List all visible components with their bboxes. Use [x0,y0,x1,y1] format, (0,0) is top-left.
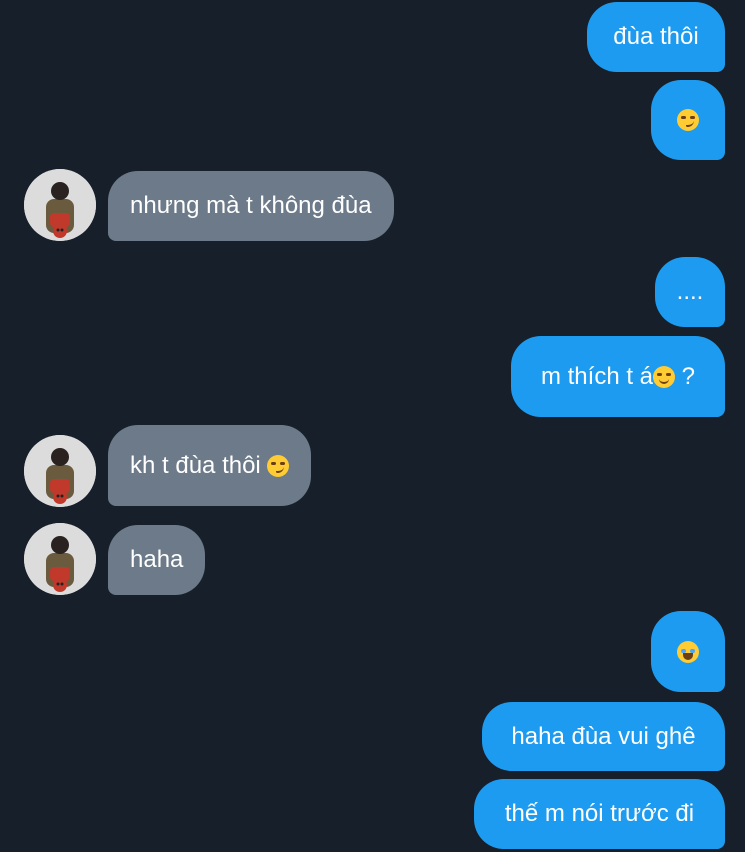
message-text: m thích t á [540,362,654,390]
message-bubble-received[interactable]: haha [108,525,206,595]
message-text: haha [130,546,184,573]
message-bubble-sent[interactable] [651,611,725,692]
smirk-emoji-icon [677,109,699,131]
message-text: thế m nói trước đi [504,800,695,827]
message-bubble-sent[interactable]: đùa thôi [587,2,725,72]
message-text: .... [676,278,704,305]
message-text: nhưng mà t không đùa [130,192,372,219]
user-avatar[interactable] [24,523,96,595]
smirk-emoji-icon [267,454,290,477]
message-bubble-sent[interactable]: .... [655,257,725,327]
laughing-tears-emoji-icon [677,640,699,663]
message-bubble-sent[interactable] [651,80,725,160]
message-text: kh t đùa thôi [130,451,268,479]
message-bubble-received[interactable]: kh t đùa thôi [108,425,312,506]
message-text-suffix: ? [675,362,696,390]
slightly-smiling-emoji-icon [653,365,676,388]
message-text: haha đùa vui ghê [511,722,696,750]
message-bubble-received[interactable]: nhưng mà t không đùa [108,171,394,241]
message-bubble-sent[interactable]: thế m nói trước đi [474,779,725,849]
user-avatar[interactable] [24,435,96,507]
user-avatar[interactable] [24,169,96,241]
message-text: đùa thôi [613,23,699,50]
chat-thread: đùa thôi nhưng mà t không đùa .... m thí… [0,0,745,852]
message-bubble-sent[interactable]: m thích t á ? [511,336,725,417]
message-bubble-sent[interactable]: haha đùa vui ghê [482,702,725,771]
